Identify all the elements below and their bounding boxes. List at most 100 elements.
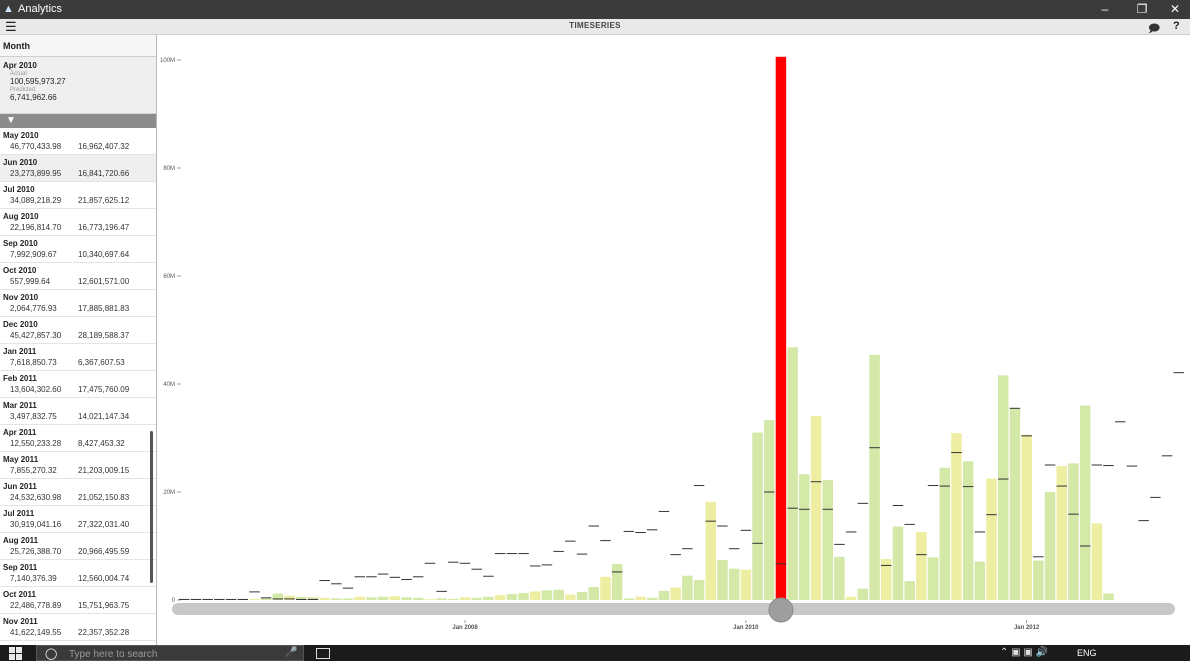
month-row[interactable]: Aug 2011 25,726,388.70 20,966,495.59 bbox=[0, 533, 156, 560]
actual-bar bbox=[1079, 405, 1091, 600]
actual-bar bbox=[974, 561, 986, 600]
taskbar-search-placeholder: Type here to search bbox=[69, 649, 158, 660]
month-row[interactable]: Jul 2010 34,089,218.29 21,857,625.12 bbox=[0, 182, 156, 209]
month-row[interactable]: Feb 2011 13,604,302.60 17,475,760.09 bbox=[0, 371, 156, 398]
actual-bar bbox=[366, 597, 377, 600]
month-row[interactable]: Sep 2010 7,992,909.67 10,340,697.64 bbox=[0, 236, 156, 263]
month-row[interactable]: Oct 2011 22,486,778.89 15,751,963.75 bbox=[0, 587, 156, 614]
month-row[interactable]: Oct 2010 557,999.64 12,601,571.00 bbox=[0, 263, 156, 290]
month-row[interactable]: Nov 2010 2,064,776.93 17,885,881.83 bbox=[0, 290, 156, 317]
close-button[interactable]: ✕ bbox=[1155, 1, 1190, 18]
actual-bar bbox=[787, 347, 798, 600]
view-title: TIMESERIES bbox=[569, 21, 621, 30]
month-row-predicted: 17,885,881.83 bbox=[78, 304, 130, 313]
filter-bar[interactable]: ▼ bbox=[0, 114, 156, 128]
actual-bar bbox=[389, 596, 401, 600]
actual-bar bbox=[249, 598, 260, 600]
actual-bar bbox=[576, 591, 588, 600]
month-row[interactable]: Jan 2011 7,618,850.73 6,367,607.53 bbox=[0, 344, 156, 371]
month-row-actual: 12,550,233.28 bbox=[10, 439, 62, 448]
month-row-actual: 557,999.64 bbox=[10, 277, 51, 286]
month-row-label: Sep 2010 bbox=[3, 239, 38, 248]
selected-month-label: Apr 2010 bbox=[3, 61, 37, 70]
y-tick-label: 60M bbox=[163, 274, 175, 280]
month-row[interactable]: May 2010 46,770,433.98 16,962,407.32 bbox=[0, 128, 156, 155]
month-row[interactable]: Dec 2010 45,427,857.30 28,189,588.37 bbox=[0, 317, 156, 344]
actual-bar bbox=[693, 580, 705, 600]
actual-bar bbox=[260, 598, 272, 600]
month-row[interactable]: Aug 2010 22,196,814.70 16,773,196.47 bbox=[0, 209, 156, 236]
month-row-predicted: 16,773,196.47 bbox=[78, 223, 130, 232]
month-row-predicted: 15,751,963.75 bbox=[78, 601, 130, 610]
month-row-label: Jul 2011 bbox=[3, 509, 35, 518]
month-row[interactable]: Nov 2011 41,622,149.55 22,357,352.28 bbox=[0, 614, 156, 641]
month-row-actual: 7,992,909.67 bbox=[10, 250, 57, 259]
month-row-label: May 2010 bbox=[3, 131, 39, 140]
actual-bar bbox=[413, 597, 424, 600]
actual-bar bbox=[541, 590, 553, 600]
y-tick-label: 20M bbox=[163, 490, 175, 496]
filter-icon[interactable]: ▼ bbox=[6, 115, 16, 127]
system-tray-icons[interactable]: ⌃ ▣ ▣ 🔊 bbox=[1000, 647, 1048, 658]
help-icon[interactable]: ? bbox=[1173, 20, 1180, 32]
time-slider-track bbox=[172, 603, 1175, 615]
actual-bar bbox=[904, 581, 915, 600]
month-row-predicted: 10,340,697.64 bbox=[78, 250, 130, 259]
month-row[interactable]: May 2011 7,855,270.32 21,203,009.15 bbox=[0, 452, 156, 479]
month-row-predicted: 6,367,607.53 bbox=[78, 358, 125, 367]
actual-bar bbox=[319, 597, 330, 600]
actual-bar bbox=[600, 576, 611, 600]
actual-bar bbox=[705, 501, 716, 600]
month-row[interactable]: Apr 2011 12,550,233.28 8,427,453.32 bbox=[0, 425, 156, 452]
taskbar-search-box[interactable]: ◯ Type here to search 🎤 bbox=[36, 645, 304, 661]
month-row-predicted: 14,021,147.34 bbox=[78, 412, 130, 421]
actual-bar bbox=[857, 588, 869, 600]
month-row[interactable]: Mar 2011 3,497,832.75 14,021,147.34 bbox=[0, 398, 156, 425]
month-row[interactable]: Sep 2011 7,140,376.39 12,560,004.74 bbox=[0, 560, 156, 587]
month-row[interactable]: Jun 2011 24,532,630.98 21,052,150.83 bbox=[0, 479, 156, 506]
actual-bar bbox=[892, 526, 904, 600]
month-row-label: Mar 2011 bbox=[3, 401, 37, 410]
task-view-icon[interactable] bbox=[316, 648, 330, 659]
month-row-predicted: 22,357,352.28 bbox=[78, 628, 130, 637]
month-row-actual: 34,089,218.29 bbox=[10, 196, 62, 205]
actual-bar bbox=[424, 599, 436, 600]
actual-bar bbox=[342, 598, 354, 600]
month-row-label: Feb 2011 bbox=[3, 374, 37, 383]
actual-bar bbox=[986, 478, 997, 600]
month-row-predicted: 21,052,150.83 bbox=[78, 493, 130, 502]
actual-bar bbox=[623, 598, 635, 600]
actual-bar bbox=[459, 597, 471, 600]
actual-bar bbox=[658, 590, 670, 600]
view-toolbar: ☰ TIMESERIES 🗩 ? bbox=[0, 19, 1190, 35]
month-row[interactable]: Jul 2011 30,919,041.16 27,322,031.40 bbox=[0, 506, 156, 533]
month-row[interactable]: Jun 2010 23,273,899.95 16,841,720.66 bbox=[0, 155, 156, 182]
actual-bar bbox=[1009, 408, 1021, 600]
timeseries-chart-area: 0 20M 40M 60M 80M 100M Jan 2008 Jan 2010 Jan 201… bbox=[157, 35, 1190, 645]
windows-start-icon[interactable] bbox=[9, 647, 23, 661]
language-indicator[interactable]: ENG bbox=[1077, 648, 1097, 658]
sidebar-scrollbar[interactable] bbox=[150, 431, 153, 583]
actual-bar bbox=[377, 596, 389, 600]
month-row-predicted: 20,966,495.59 bbox=[78, 547, 130, 556]
microphone-icon[interactable]: 🎤 bbox=[285, 647, 297, 658]
actual-bar bbox=[471, 597, 482, 600]
month-row-actual: 7,140,376.39 bbox=[10, 574, 57, 583]
month-row-label: May 2011 bbox=[3, 455, 39, 464]
app-title: Analytics bbox=[18, 3, 63, 15]
minimize-button[interactable]: – bbox=[1085, 1, 1125, 18]
selected-actual-value: 100,595,973.27 bbox=[10, 77, 66, 86]
month-row-actual: 13,604,302.60 bbox=[10, 385, 62, 394]
month-row-predicted: 16,841,720.66 bbox=[78, 169, 130, 178]
actual-bar bbox=[682, 575, 693, 600]
actual-bar bbox=[611, 563, 623, 600]
y-tick-label: 40M bbox=[163, 382, 175, 388]
actual-bar bbox=[1068, 463, 1079, 600]
month-sidebar: Month Apr 2010 Actual 100,595,973.27 Pre… bbox=[0, 35, 157, 645]
actual-bar bbox=[647, 597, 658, 600]
month-row-label: Jun 2010 bbox=[3, 158, 38, 167]
actual-bar bbox=[1103, 593, 1114, 600]
time-slider-handle[interactable] bbox=[768, 597, 794, 623]
month-row-actual: 7,618,850.73 bbox=[10, 358, 57, 367]
month-row-predicted: 12,560,004.74 bbox=[78, 574, 130, 583]
